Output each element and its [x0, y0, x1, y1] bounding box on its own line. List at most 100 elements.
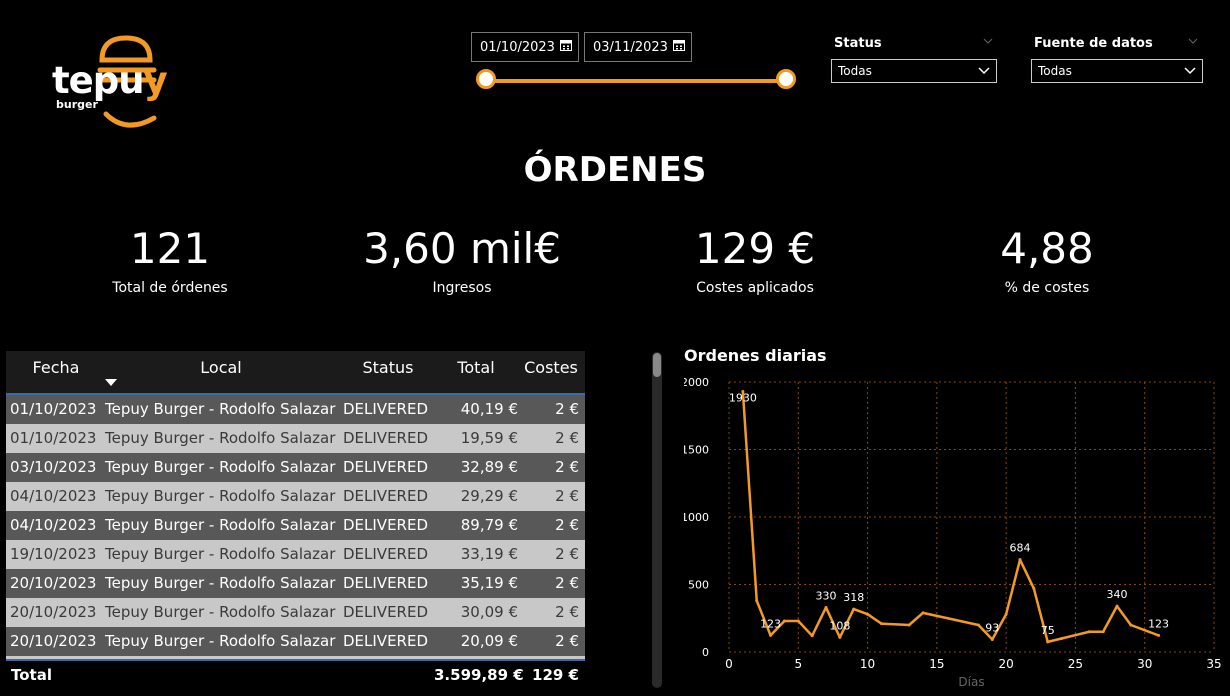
sort-descending-icon[interactable] — [105, 379, 117, 387]
cell-local: Tepuy Burger - Rodolfo Salazar — [105, 574, 336, 592]
data-point — [755, 599, 759, 603]
cell-costes: 2 € — [555, 429, 579, 447]
date-range-slider-track[interactable] — [486, 79, 786, 83]
data-point — [852, 607, 856, 611]
data-point — [1101, 630, 1105, 634]
source-select[interactable]: Todas — [1031, 59, 1203, 83]
x-tick-label: 30 — [1137, 657, 1152, 671]
data-label: 123 — [1148, 617, 1169, 630]
y-tick-label: 2000 — [684, 376, 709, 389]
total-amount: 3.599,89 € — [434, 666, 524, 684]
cell-local: Tepuy Burger - Rodolfo Salazar — [105, 603, 336, 621]
cell-costes: 2 € — [555, 603, 579, 621]
data-point — [1115, 604, 1119, 608]
data-label: 340 — [1107, 588, 1128, 601]
cell-total: 35,19 € — [460, 574, 518, 592]
logo-wordmark: tepuy — [52, 59, 168, 102]
cell-status: DELIVERED — [343, 574, 428, 592]
source-filter-title: Fuente de datos — [1034, 36, 1153, 51]
cell-fecha: 20/10/2023 — [10, 574, 97, 592]
data-point — [1129, 623, 1133, 627]
table-row[interactable]: 20/10/2023 Tepuy Burger - Rodolfo Salazar… — [6, 569, 585, 598]
data-point — [976, 623, 980, 627]
orders-table: Fecha Local Status Total Costes 01/10/20… — [6, 351, 585, 690]
cell-costes: 2 € — [555, 516, 579, 534]
end-date-value: 03/11/2023 — [593, 39, 668, 55]
cell-status: DELIVERED — [343, 400, 428, 418]
x-tick-label: 20 — [999, 657, 1014, 671]
table-row[interactable]: 01/10/2023 Tepuy Burger - Rodolfo Salazar… — [6, 424, 585, 453]
column-header-costes[interactable]: Costes — [523, 351, 579, 385]
data-point — [1004, 612, 1008, 616]
data-point — [838, 635, 842, 639]
cell-costes: 2 € — [555, 632, 579, 650]
calendar-icon[interactable] — [560, 39, 572, 51]
data-point — [824, 605, 828, 609]
date-range-start-handle[interactable] — [476, 69, 496, 89]
x-tick-label: 5 — [794, 657, 802, 671]
source-select-value: Todas — [1038, 64, 1072, 78]
table-row[interactable]: 03/10/2023 Tepuy Burger - Rodolfo Salazar… — [6, 453, 585, 482]
chevron-down-icon[interactable] — [983, 36, 993, 46]
cell-costes: 2 € — [555, 574, 579, 592]
cell-total: 29,29 € — [460, 487, 518, 505]
cell-fecha: 01/10/2023 — [10, 429, 97, 447]
column-header-local[interactable]: Local — [105, 351, 337, 385]
cell-total: 30,09 € — [460, 603, 518, 621]
kpi-value: 129 € — [694, 224, 816, 273]
cell-local: Tepuy Burger - Rodolfo Salazar — [105, 487, 336, 505]
x-axis-label: Días — [958, 675, 984, 689]
end-date-input[interactable]: 03/11/2023 — [584, 32, 692, 62]
data-point — [1157, 633, 1161, 637]
table-row[interactable]: 04/10/2023 Tepuy Burger - Rodolfo Salazar… — [6, 482, 585, 511]
data-point — [810, 634, 814, 638]
x-tick-label: 0 — [725, 657, 733, 671]
data-label: 108 — [829, 619, 850, 632]
status-select[interactable]: Todas — [831, 59, 997, 83]
chart-title: Ordenes diarias — [684, 346, 827, 365]
column-header-total[interactable]: Total — [434, 351, 518, 385]
total-costs: 129 € — [532, 666, 579, 684]
y-tick-label: 500 — [688, 579, 709, 592]
table-row[interactable]: 20/10/2023 Tepuy Burger - Rodolfo Salazar… — [6, 627, 585, 656]
calendar-icon[interactable] — [673, 39, 685, 51]
total-label: Total — [11, 666, 52, 684]
kpi-label: Costes aplicados — [696, 280, 814, 296]
cell-fecha: 20/10/2023 — [10, 603, 97, 621]
chevron-down-icon[interactable] — [1188, 36, 1198, 46]
data-point — [1032, 587, 1036, 591]
start-date-input[interactable]: 01/10/2023 — [471, 32, 579, 62]
data-point — [1046, 640, 1050, 644]
table-header: Fecha Local Status Total Costes — [6, 351, 585, 393]
x-tick-label: 10 — [860, 657, 875, 671]
data-label: 123 — [760, 617, 781, 630]
scrollbar-thumb[interactable] — [653, 353, 661, 377]
tepuy-logo: tepuy burger — [50, 34, 170, 132]
cell-costes: 2 € — [555, 545, 579, 563]
cell-status: DELIVERED — [343, 632, 428, 650]
cell-total: 33,19 € — [460, 545, 518, 563]
kpi-cost-percent: 4,88 % de costes — [897, 224, 1197, 296]
data-point — [1087, 630, 1091, 634]
data-label: 684 — [1010, 542, 1031, 555]
column-header-fecha[interactable]: Fecha — [10, 351, 102, 385]
table-row[interactable]: 19/10/2023 Tepuy Burger - Rodolfo Salazar… — [6, 540, 585, 569]
cell-status: DELIVERED — [343, 487, 428, 505]
cell-fecha: 04/10/2023 — [10, 487, 97, 505]
data-point — [990, 637, 994, 641]
data-label: 330 — [816, 589, 837, 602]
data-point — [782, 619, 786, 623]
date-range-end-handle[interactable] — [776, 69, 796, 89]
data-point — [921, 611, 925, 615]
chevron-down-icon — [1184, 67, 1196, 75]
table-row[interactable]: 04/10/2023 Tepuy Burger - Rodolfo Salazar… — [6, 511, 585, 540]
table-row[interactable]: 01/10/2023 Tepuy Burger - Rodolfo Salazar… — [6, 395, 585, 424]
x-tick-label: 35 — [1206, 657, 1221, 671]
kpi-applied-costs: 129 € Costes aplicados — [605, 224, 905, 296]
data-label: 318 — [843, 591, 864, 604]
data-label: 93 — [985, 621, 999, 634]
table-row[interactable]: 20/10/2023 Tepuy Burger - Rodolfo Salazar… — [6, 598, 585, 627]
table-scrollbar[interactable] — [652, 352, 662, 688]
column-header-status[interactable]: Status — [343, 351, 433, 385]
cell-status: DELIVERED — [343, 516, 428, 534]
